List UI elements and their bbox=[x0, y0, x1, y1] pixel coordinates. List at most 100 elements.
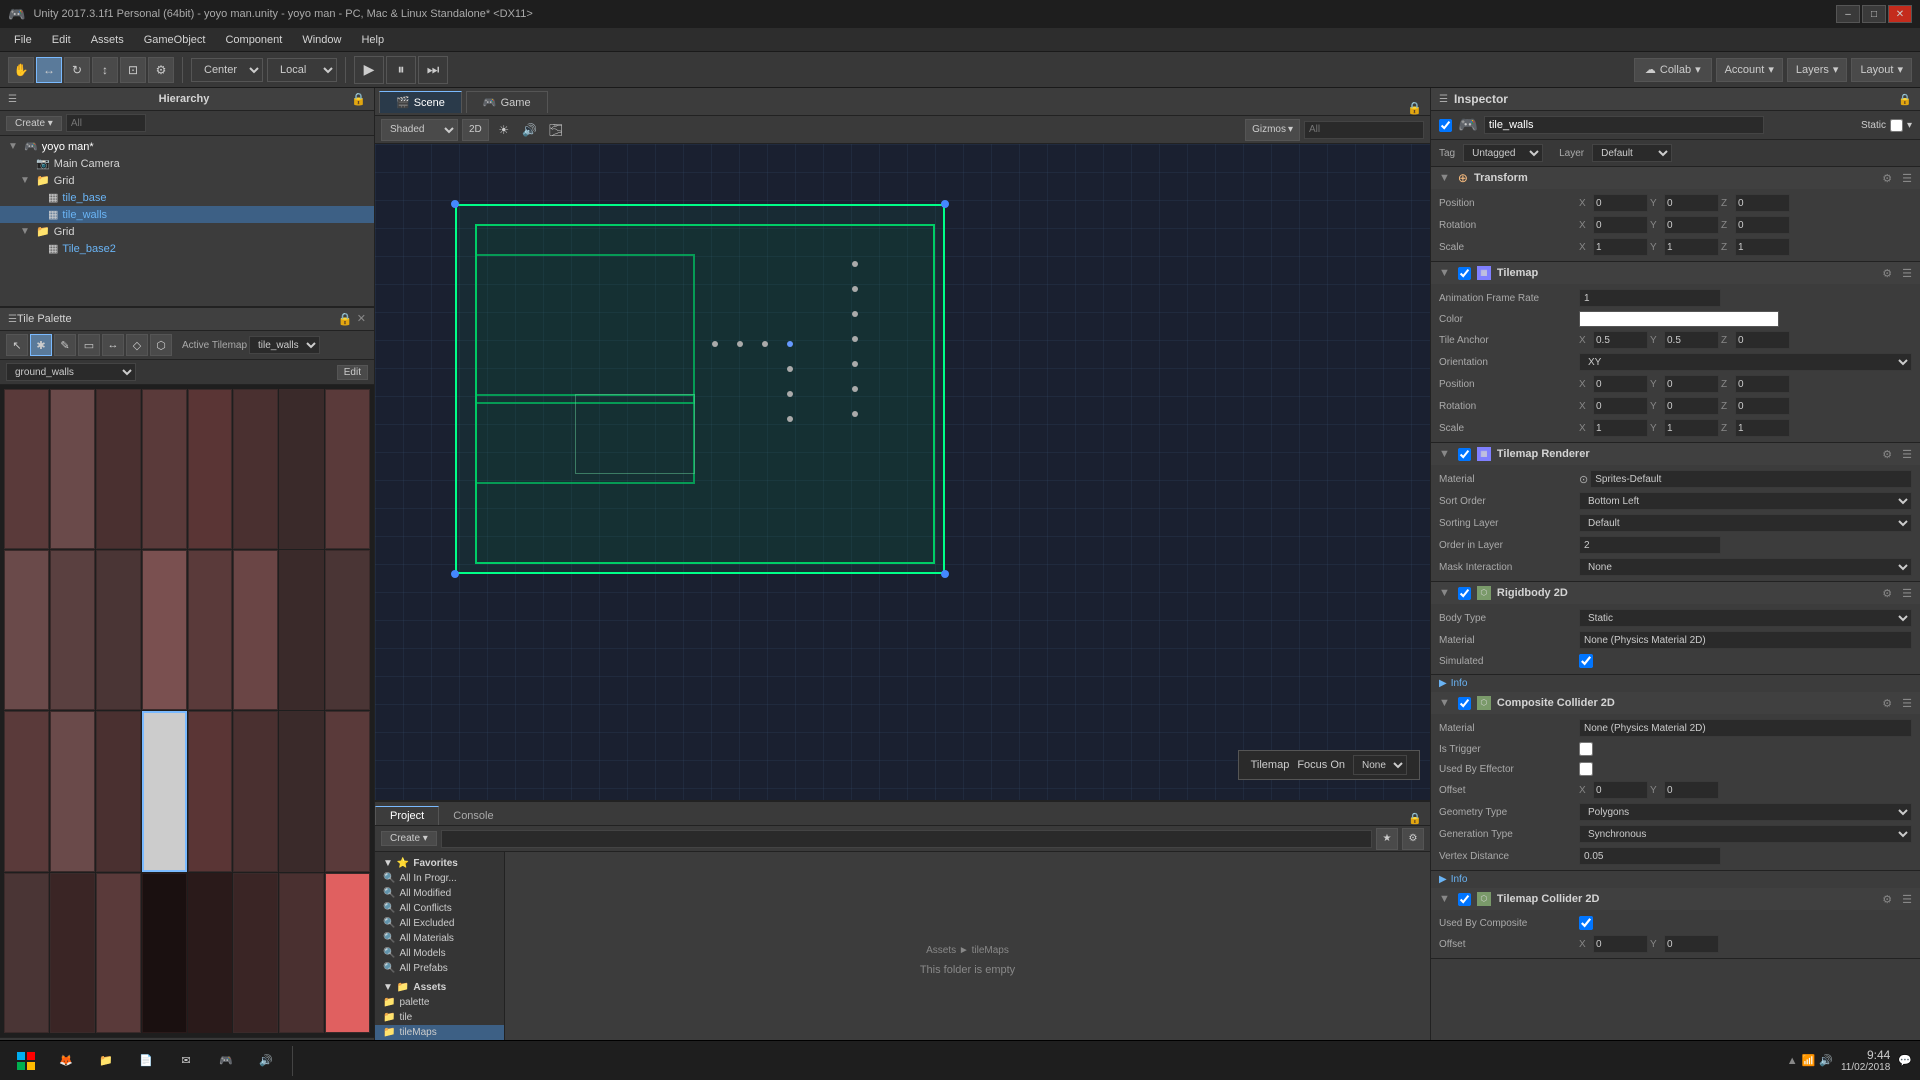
tile-cell[interactable] bbox=[188, 873, 233, 1033]
proj-item-all-conflicts[interactable]: 🔍 All Conflicts bbox=[375, 901, 504, 916]
used-by-effector-checkbox[interactable] bbox=[1579, 762, 1593, 776]
menu-component[interactable]: Component bbox=[215, 32, 292, 48]
palette-close-icon[interactable]: ✕ bbox=[357, 312, 366, 326]
active-tilemap-select[interactable]: tile_walls tile_base bbox=[249, 336, 320, 354]
rect-tool-btn[interactable]: ▭ bbox=[78, 334, 100, 356]
menu-assets[interactable]: Assets bbox=[81, 32, 134, 48]
hierarchy-item-tilebase2[interactable]: ▦ Tile_base2 bbox=[0, 240, 374, 257]
proj-item-tile[interactable]: 📁 tile bbox=[375, 1010, 504, 1025]
transform-tool[interactable]: ⚙ bbox=[148, 57, 174, 83]
tile-cell[interactable] bbox=[50, 873, 95, 1033]
close-button[interactable]: ✕ bbox=[1888, 5, 1912, 23]
tab-console[interactable]: Console bbox=[439, 807, 507, 825]
cc-offset-x[interactable] bbox=[1593, 781, 1648, 799]
rb-material-field[interactable] bbox=[1579, 631, 1912, 649]
tile-cell[interactable] bbox=[325, 873, 370, 1033]
tile-cell[interactable] bbox=[50, 550, 95, 710]
tile-cell[interactable] bbox=[188, 711, 233, 873]
pivot-select[interactable]: Center Pivot bbox=[191, 58, 263, 82]
tray-up-icon[interactable]: ▲ bbox=[1787, 1055, 1798, 1067]
audio-icon[interactable]: 🔊 bbox=[519, 119, 541, 141]
minimize-button[interactable]: – bbox=[1836, 5, 1860, 23]
project-create-button[interactable]: Create ▾ bbox=[381, 831, 437, 846]
eraser-tool-btn[interactable]: ⬡ bbox=[150, 334, 172, 356]
project-search-input[interactable] bbox=[441, 830, 1372, 848]
tag-select[interactable]: Untagged bbox=[1463, 144, 1543, 162]
proj-item-all-prefabs[interactable]: 🔍 All Prefabs bbox=[375, 961, 504, 976]
orientation-select[interactable]: XY XZ bbox=[1579, 353, 1912, 371]
tmap-rot-y[interactable] bbox=[1664, 397, 1719, 415]
tile-cell[interactable] bbox=[325, 550, 370, 710]
hierarchy-item-yoyoman[interactable]: ▼ 🎮 yoyo man* bbox=[0, 138, 374, 155]
menu-file[interactable]: File bbox=[4, 32, 42, 48]
proj-item-all-models[interactable]: 🔍 All Models bbox=[375, 946, 504, 961]
transform-header[interactable]: ▼ ⊕ Transform ⚙ ☰ bbox=[1431, 167, 1920, 189]
tilemap-collider-enabled[interactable] bbox=[1458, 893, 1471, 906]
is-trigger-checkbox[interactable] bbox=[1579, 742, 1593, 756]
cc-menu-icon[interactable]: ☰ bbox=[1902, 697, 1912, 710]
info-toggle-2[interactable]: ▶ Info bbox=[1431, 871, 1920, 888]
tile-cell[interactable] bbox=[233, 873, 278, 1033]
2d-button[interactable]: 2D bbox=[462, 119, 489, 141]
tmap-pos-x[interactable] bbox=[1593, 375, 1648, 393]
body-type-select[interactable]: Static Dynamic Kinematic bbox=[1579, 609, 1912, 627]
tc-settings-icon[interactable]: ⚙ bbox=[1882, 893, 1892, 906]
composite-collider-header[interactable]: ▼ ⬡ Composite Collider 2D ⚙ ☰ bbox=[1431, 692, 1920, 714]
tab-project[interactable]: Project bbox=[375, 806, 439, 825]
gameobj-enabled-checkbox[interactable] bbox=[1439, 119, 1452, 132]
brush-tool-btn[interactable]: ✱ bbox=[30, 334, 52, 356]
collab-button[interactable]: ☁ Collab ▾ bbox=[1634, 58, 1712, 82]
rigidbody2d-header[interactable]: ▼ ⬡ Rigidbody 2D ⚙ ☰ bbox=[1431, 582, 1920, 604]
pause-button[interactable]: ⏸ bbox=[386, 56, 416, 84]
proj-item-all-in-progress[interactable]: 🔍 All In Progr... bbox=[375, 871, 504, 886]
taskbar-email-icon[interactable]: ✉ bbox=[168, 1043, 204, 1079]
pos-x-field[interactable] bbox=[1593, 194, 1648, 212]
project-favorites-icon[interactable]: ★ bbox=[1376, 828, 1398, 850]
proj-item-all-modified[interactable]: 🔍 All Modified bbox=[375, 886, 504, 901]
menu-help[interactable]: Help bbox=[351, 32, 394, 48]
tile-anchor-z-field[interactable] bbox=[1735, 331, 1790, 349]
tc-offset-x[interactable] bbox=[1593, 935, 1648, 953]
material-field[interactable] bbox=[1590, 470, 1912, 488]
tab-scene[interactable]: 🎬Scene bbox=[379, 91, 462, 113]
scale-tool[interactable]: ↕ bbox=[92, 57, 118, 83]
assets-folder[interactable]: ▼ 📁 Assets bbox=[375, 980, 504, 995]
maximize-button[interactable]: □ bbox=[1862, 5, 1886, 23]
pos-y-field[interactable] bbox=[1664, 194, 1719, 212]
simulated-checkbox[interactable] bbox=[1579, 654, 1593, 668]
color-picker[interactable] bbox=[1579, 311, 1779, 327]
clock[interactable]: 9:44 11/02/2018 bbox=[1841, 1048, 1890, 1073]
hierarchy-item-camera[interactable]: 📷 Main Camera bbox=[0, 155, 374, 172]
tr-settings-icon[interactable]: ⚙ bbox=[1882, 448, 1892, 461]
tc-menu-icon[interactable]: ☰ bbox=[1902, 893, 1912, 906]
move-tool[interactable]: ↔ bbox=[36, 57, 62, 83]
tmap-pos-y[interactable] bbox=[1664, 375, 1719, 393]
tile-cell[interactable] bbox=[142, 389, 187, 549]
cc-settings-icon[interactable]: ⚙ bbox=[1882, 697, 1892, 710]
proj-item-tilemaps[interactable]: 📁 tileMaps bbox=[375, 1025, 504, 1040]
tile-cell[interactable] bbox=[4, 389, 49, 549]
shaded-select[interactable]: Shaded Wireframe bbox=[381, 119, 458, 141]
gameobj-name-input[interactable] bbox=[1484, 116, 1764, 134]
pos-z-field[interactable] bbox=[1735, 194, 1790, 212]
layers-button[interactable]: Layers ▾ bbox=[1787, 58, 1848, 82]
vertex-distance-field[interactable] bbox=[1579, 847, 1721, 865]
rotate-tool[interactable]: ↻ bbox=[64, 57, 90, 83]
tile-cell[interactable] bbox=[233, 389, 278, 549]
hierarchy-search-input[interactable] bbox=[66, 114, 146, 132]
tile-cell[interactable] bbox=[4, 550, 49, 710]
tmap-pos-z[interactable] bbox=[1735, 375, 1790, 393]
proj-item-all-excluded[interactable]: 🔍 All Excluded bbox=[375, 916, 504, 931]
tile-cell[interactable] bbox=[233, 711, 278, 873]
hierarchy-item-tilebase[interactable]: ▦ tile_base bbox=[0, 189, 374, 206]
tile-cell[interactable] bbox=[325, 711, 370, 873]
proj-item-all-materials[interactable]: 🔍 All Materials bbox=[375, 931, 504, 946]
tilemap-enabled-checkbox[interactable] bbox=[1458, 267, 1471, 280]
hierarchy-create-button[interactable]: Create ▾ bbox=[6, 116, 62, 131]
tile-cell[interactable] bbox=[50, 389, 95, 549]
tile-cell[interactable] bbox=[96, 550, 141, 710]
tile-anchor-y-field[interactable] bbox=[1664, 331, 1719, 349]
geometry-type-select[interactable]: Polygons Outlines bbox=[1579, 803, 1912, 821]
rot-y-field[interactable] bbox=[1664, 216, 1719, 234]
tile-cell[interactable] bbox=[233, 550, 278, 710]
